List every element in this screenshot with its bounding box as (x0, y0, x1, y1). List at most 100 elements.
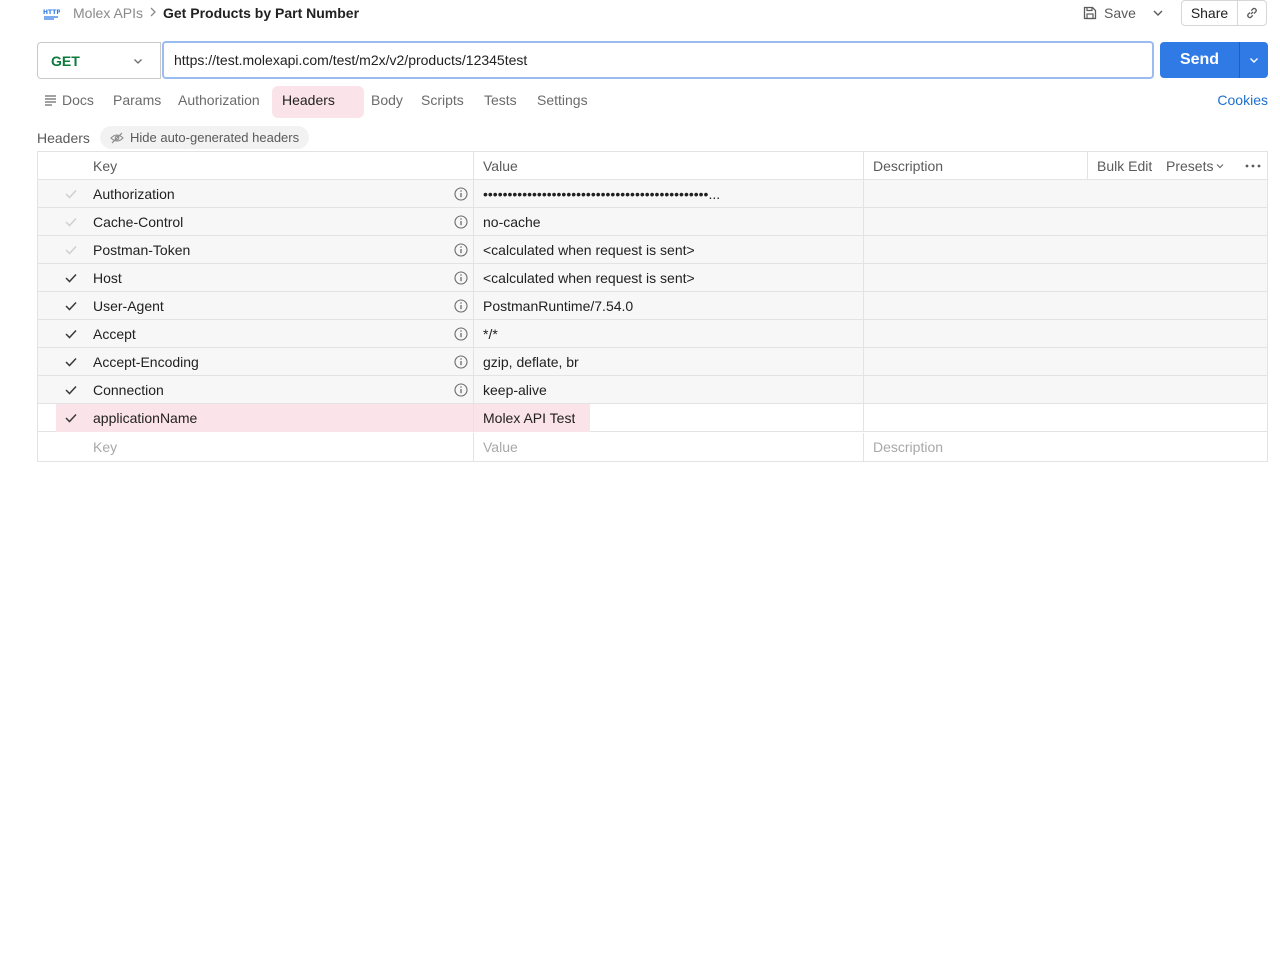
info-icon[interactable] (454, 327, 468, 341)
column-divider (473, 348, 474, 375)
info-icon[interactable] (454, 299, 468, 313)
header-value[interactable]: Molex API Test (483, 404, 575, 432)
breadcrumb-request-name[interactable]: Get Products by Part Number (163, 5, 359, 21)
column-divider (1087, 152, 1088, 179)
breadcrumb-collection[interactable]: Molex APIs (73, 5, 143, 21)
checkbox-checked[interactable] (64, 272, 78, 284)
copy-link-button[interactable] (1238, 1, 1266, 25)
url-input[interactable] (162, 41, 1154, 79)
column-divider (863, 404, 864, 431)
checkbox-checked[interactable] (64, 356, 78, 368)
info-icon[interactable] (454, 271, 468, 285)
header-key[interactable]: Postman-Token (93, 236, 190, 264)
table-row: Host <calculated when request is sent> (38, 264, 1267, 292)
eye-off-icon (110, 132, 124, 143)
tab-docs[interactable]: Docs (44, 92, 94, 108)
bulk-edit-button[interactable]: Bulk Edit (1097, 152, 1152, 180)
header-key[interactable]: Connection (93, 376, 164, 404)
checkbox-checked[interactable] (64, 412, 78, 424)
column-divider (473, 433, 474, 461)
send-button[interactable]: Send (1160, 42, 1240, 78)
header-value[interactable]: */* (483, 320, 498, 348)
info-icon[interactable] (454, 215, 468, 229)
tab-tests[interactable]: Tests (484, 92, 517, 108)
column-divider (863, 180, 864, 207)
checkbox-checked[interactable] (64, 384, 78, 396)
column-divider (473, 404, 474, 431)
send-options-button[interactable] (1240, 42, 1268, 78)
tab-authorization[interactable]: Authorization (178, 92, 260, 108)
save-label: Save (1104, 5, 1136, 21)
request-tabs: Docs Params Authorization Headers Body S… (0, 86, 1280, 118)
table-header-row: Key Value Description Bulk Edit Presets (38, 152, 1267, 180)
checkbox-checked[interactable] (64, 328, 78, 340)
header-value[interactable]: <calculated when request is sent> (483, 264, 695, 292)
tab-headers[interactable]: Headers (272, 86, 364, 118)
tab-scripts[interactable]: Scripts (421, 92, 464, 108)
column-divider (863, 433, 864, 461)
new-description-input[interactable]: Description (873, 433, 943, 461)
checkmark-icon (65, 217, 77, 227)
info-icon[interactable] (454, 383, 468, 397)
table-row: Postman-Token <calculated when request i… (38, 236, 1267, 264)
column-divider (863, 236, 864, 263)
chevron-down-icon (1217, 164, 1224, 169)
column-divider (473, 208, 474, 235)
header-key[interactable]: Accept-Encoding (93, 348, 199, 376)
svg-text:HTTP: HTTP (43, 9, 60, 16)
info-icon[interactable] (454, 187, 468, 201)
tab-params[interactable]: Params (113, 92, 161, 108)
checkmark-icon (65, 245, 77, 255)
column-divider (863, 320, 864, 347)
header-value[interactable]: PostmanRuntime/7.54.0 (483, 292, 633, 320)
save-button[interactable]: Save (1082, 1, 1136, 25)
column-divider (863, 264, 864, 291)
presets-dropdown[interactable]: Presets (1166, 152, 1227, 180)
checkbox-checked[interactable] (64, 300, 78, 312)
column-divider (473, 320, 474, 347)
cookies-link[interactable]: Cookies (1217, 92, 1268, 108)
checkmark-icon (65, 189, 77, 199)
new-key-input[interactable]: Key (93, 433, 117, 461)
chevron-down-icon[interactable] (1150, 5, 1166, 21)
column-divider (863, 152, 864, 180)
info-icon[interactable] (454, 355, 468, 369)
column-description: Description (873, 158, 944, 174)
method-value: GET (51, 52, 80, 69)
header-value[interactable]: gzip, deflate, br (483, 348, 579, 376)
header-value[interactable]: keep-alive (483, 376, 547, 404)
send-group: Send (1160, 42, 1268, 78)
table-row: Authorization ••••••••••••••••••••••••••… (38, 180, 1267, 208)
tab-headers-label: Headers (282, 92, 335, 108)
tab-body[interactable]: Body (371, 92, 403, 108)
tab-settings[interactable]: Settings (537, 92, 588, 108)
info-icon[interactable] (454, 243, 468, 257)
hide-auto-headers-button[interactable]: Hide auto-generated headers (100, 126, 310, 149)
chevron-right-icon (150, 7, 156, 17)
chevron-down-icon (134, 59, 142, 64)
headers-table: Key Value Description Bulk Edit Presets … (37, 151, 1268, 462)
header-key[interactable]: Accept (93, 320, 136, 348)
presets-label: Presets (1166, 158, 1214, 174)
header-key[interactable]: Host (93, 264, 122, 292)
table-row: Accept */* (38, 320, 1267, 348)
table-row: Connection keep-alive (38, 376, 1267, 404)
more-options-icon[interactable] (1245, 164, 1261, 168)
header-key[interactable]: Cache-Control (93, 208, 183, 236)
header-value[interactable]: ••••••••••••••••••••••••••••••••••••••••… (483, 180, 863, 208)
method-select[interactable]: GET (37, 42, 161, 79)
header-key[interactable]: User-Agent (93, 292, 164, 320)
table-row: User-Agent PostmanRuntime/7.54.0 (38, 292, 1267, 320)
header-value[interactable]: <calculated when request is sent> (483, 236, 695, 264)
new-value-input[interactable]: Value (483, 433, 518, 461)
header-key[interactable]: applicationName (93, 404, 197, 432)
header-key[interactable]: Authorization (93, 180, 175, 208)
link-icon (1247, 7, 1257, 19)
table-row-custom: applicationName Molex API Test (38, 404, 1267, 432)
column-value: Value (483, 158, 518, 174)
header-value[interactable]: no-cache (483, 208, 541, 236)
share-button[interactable]: Share (1182, 1, 1238, 25)
column-divider (473, 180, 474, 207)
column-divider (473, 264, 474, 291)
column-divider (863, 208, 864, 235)
